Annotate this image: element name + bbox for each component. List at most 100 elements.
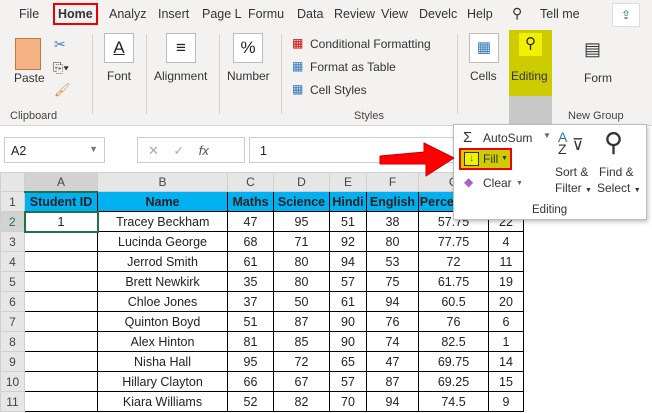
cell[interactable]: 94 [329,251,367,272]
cell[interactable]: 60.5 [418,291,489,312]
cell[interactable]: 74 [366,331,419,352]
cell[interactable]: 72 [418,251,489,272]
cell[interactable]: 4 [488,231,524,252]
cell[interactable]: 20 [488,291,524,312]
cell[interactable]: 47 [366,351,419,372]
row-header[interactable]: 9 [0,351,25,372]
cell[interactable]: 75 [366,271,419,292]
form-icon[interactable]: ▤ [584,39,601,60]
cell[interactable]: 35 [227,271,274,292]
row-header[interactable]: 11 [0,391,25,412]
cell[interactable]: 52 [227,391,274,412]
tab-analyze[interactable]: Analyz [109,7,147,21]
cell[interactable]: 50 [273,291,330,312]
cell[interactable]: 57 [329,271,367,292]
cell[interactable]: 65 [329,351,367,372]
header-cell[interactable]: Science [273,191,330,212]
tab-view[interactable]: View [381,7,408,21]
alignment-icon[interactable]: ≡ [166,33,196,63]
cell[interactable]: Alex Hinton [97,331,228,352]
column-header-D[interactable]: D [273,172,330,192]
cell[interactable] [24,331,98,352]
cell[interactable] [24,391,98,412]
row-header[interactable]: 10 [0,371,25,392]
row-header[interactable]: 7 [0,311,25,332]
tab-page-layout[interactable]: Page L [202,7,242,21]
cell[interactable] [24,251,98,272]
cell[interactable]: 61 [329,291,367,312]
cell[interactable]: 80 [366,231,419,252]
select-all[interactable] [0,172,25,192]
cell-styles-button[interactable]: Cell Styles [310,83,367,97]
cell[interactable]: 94 [366,391,419,412]
font-icon[interactable]: A [104,33,134,63]
cell[interactable]: 1 [488,331,524,352]
alignment-button[interactable]: Alignment [154,69,207,83]
cell[interactable]: 6 [488,311,524,332]
format-painter-icon[interactable]: 🖌 [54,82,71,98]
clear-button[interactable]: Clear [483,176,512,190]
cell[interactable]: 51 [227,311,274,332]
cells-button[interactable]: Cells [470,69,497,83]
cell[interactable]: Lucinda George [97,231,228,252]
tell-me-search[interactable]: Tell me [540,7,580,21]
cell[interactable]: Hillary Clayton [97,371,228,392]
cell[interactable]: Jerrod Smith [97,251,228,272]
cell[interactable]: Nisha Hall [97,351,228,372]
cancel-icon[interactable]: ✕ [148,143,159,158]
cell[interactable]: 51 [329,211,367,232]
cell[interactable]: 11 [488,251,524,272]
cell[interactable]: 81 [227,331,274,352]
copy-icon[interactable]: ⎘▾ [53,60,69,76]
column-header-E[interactable]: E [329,172,367,192]
tab-file[interactable]: File [19,7,39,21]
row-header[interactable]: 2 [0,211,25,232]
tab-home[interactable]: Home [53,3,98,25]
cell[interactable] [24,351,98,372]
cell[interactable]: 1 [23,210,99,233]
cell[interactable]: 61.75 [418,271,489,292]
cell[interactable]: 85 [273,331,330,352]
tab-insert[interactable]: Insert [158,7,189,21]
cell[interactable]: 74.5 [418,391,489,412]
cell[interactable]: Tracey Beckham [97,211,228,232]
row-header[interactable]: 5 [0,271,25,292]
cell[interactable]: 76 [418,311,489,332]
cell[interactable] [24,231,98,252]
header-cell[interactable]: English [366,191,419,212]
cell[interactable]: 19 [488,271,524,292]
cell[interactable]: 92 [329,231,367,252]
row-header[interactable]: 1 [0,191,25,212]
cell[interactable]: 38 [366,211,419,232]
row-header[interactable]: 4 [0,251,25,272]
cell[interactable]: 61 [227,251,274,272]
cell[interactable]: 69.75 [418,351,489,372]
cell[interactable]: 82.5 [418,331,489,352]
header-cell[interactable]: Hindi [329,191,367,212]
autosum-button[interactable]: AutoSum [483,131,532,145]
header-cell[interactable]: Maths [227,191,274,212]
cell[interactable]: 95 [273,211,330,232]
filter-label[interactable]: Filter ▼ [555,181,592,195]
cell[interactable]: 77.75 [418,231,489,252]
cell[interactable]: Quinton Boyd [97,311,228,332]
cell[interactable]: 95 [227,351,274,372]
cell[interactable]: 68 [227,231,274,252]
cell[interactable] [24,291,98,312]
cells-icon[interactable]: ▦ [469,33,499,63]
tab-help[interactable]: Help [467,7,493,21]
fill-button[interactable]: ↓ Fill ▼ [459,148,512,170]
cell[interactable] [24,371,98,392]
row-header[interactable]: 3 [0,231,25,252]
sort-filter-button[interactable]: Sort & [555,165,588,179]
number-button[interactable]: Number [227,69,270,83]
cell[interactable]: 94 [366,291,419,312]
cell[interactable]: 14 [488,351,524,372]
format-as-table-button[interactable]: Format as Table [310,60,396,74]
cell[interactable]: 80 [273,271,330,292]
cut-icon[interactable]: ✂ [54,36,66,53]
cell[interactable]: 72 [273,351,330,372]
cell[interactable]: 87 [273,311,330,332]
paste-button[interactable]: Paste [14,71,45,85]
cell[interactable]: Kiara Williams [97,391,228,412]
